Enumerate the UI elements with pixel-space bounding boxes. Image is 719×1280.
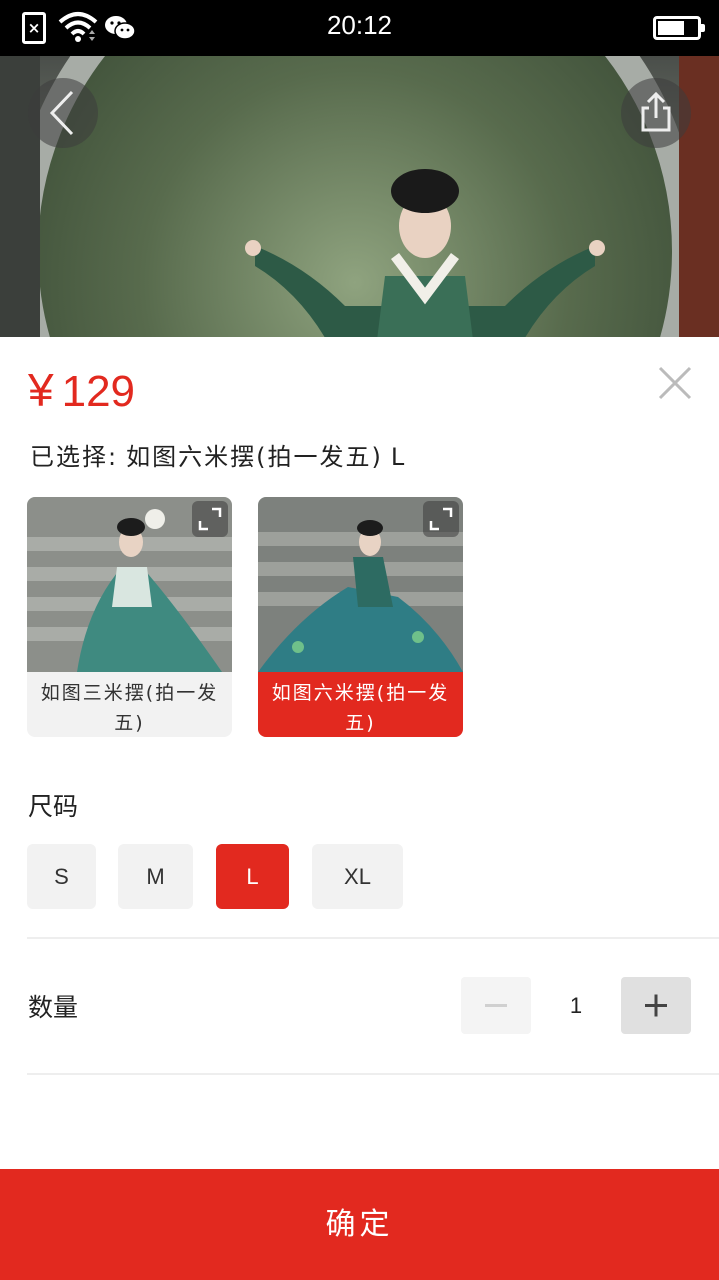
decrease-button[interactable] (461, 977, 531, 1034)
status-bar: × 20:12 (0, 0, 719, 56)
price: ¥129 (28, 363, 135, 417)
variant-thumbnail (258, 497, 463, 672)
size-title: 尺码 (28, 792, 79, 821)
variant-thumbnail (27, 497, 232, 672)
selected-size: L (390, 443, 407, 471)
expand-icon[interactable] (192, 501, 228, 537)
product-hero-image (0, 56, 719, 337)
divider (27, 937, 719, 939)
variant-label: 如图六米摆(拍一发五) (258, 672, 463, 737)
minus-icon (485, 1004, 507, 1007)
increase-button[interactable] (621, 977, 691, 1034)
size-option-m[interactable]: M (118, 844, 193, 909)
close-button[interactable] (655, 363, 695, 403)
selected-summary: 已选择: 如图六米摆(拍一发五) L (30, 437, 414, 472)
close-icon (658, 366, 692, 400)
currency-symbol: ¥ (28, 364, 54, 416)
share-button[interactable] (621, 78, 691, 148)
divider (27, 1073, 719, 1075)
variant-option[interactable]: 如图三米摆(拍一发五) (27, 497, 232, 737)
sku-selector-sheet: ¥129 已选择: 如图六米摆(拍一发五) L 如图三米摆(拍一发五) 如图六米… (0, 337, 719, 1280)
variant-option-selected[interactable]: 如图六米摆(拍一发五) (258, 497, 463, 737)
model-figure (245, 169, 605, 337)
battery-level (658, 21, 684, 35)
expand-icon[interactable] (423, 501, 459, 537)
confirm-button[interactable]: 确定 (0, 1169, 719, 1280)
back-button[interactable] (28, 78, 98, 148)
chevron-left-icon (49, 90, 74, 136)
selected-variant: 如图六米摆(拍一发五) (126, 443, 383, 471)
quantity-value[interactable]: 1 (531, 977, 621, 1034)
share-icon (641, 91, 671, 132)
size-option-xl[interactable]: XL (312, 844, 403, 909)
size-option-s[interactable]: S (27, 844, 96, 909)
quantity-stepper: 1 (461, 977, 691, 1034)
plus-icon (645, 994, 667, 1017)
quantity-title: 数量 (28, 993, 79, 1022)
price-amount: 129 (61, 367, 136, 416)
battery-icon (653, 16, 705, 40)
size-option-l[interactable]: L (216, 844, 289, 909)
selected-prefix: 已选择: (30, 443, 119, 471)
variant-label: 如图三米摆(拍一发五) (40, 682, 219, 734)
status-time: 20:12 (326, 10, 393, 40)
